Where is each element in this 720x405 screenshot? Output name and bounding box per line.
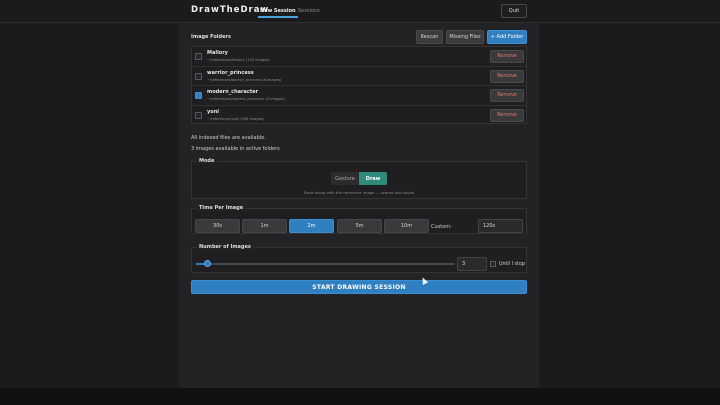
top-bar: DrawTheDraw New Session Sessions Quit [0, 0, 720, 23]
available-status: 3 images available in active folders [191, 146, 280, 152]
folder-row-warrior-princess: warrior_princess ~/references/warrior_pr… [192, 67, 526, 86]
folder-list: Mallory ~/references/Mallory (128 images… [191, 46, 527, 124]
folder-name: warrior_princess [207, 69, 254, 76]
mode-legend: Mode [196, 158, 218, 164]
folder-checkbox[interactable] [195, 53, 202, 60]
folder-path: ~/references/modern_character (3 images) [207, 97, 285, 101]
folder-checkbox[interactable] [195, 111, 202, 119]
remove-button[interactable]: Remove [490, 50, 524, 63]
count-box: Number of Images 3 Until I stop [191, 244, 527, 273]
folder-name: yoni [207, 108, 219, 115]
indexed-status: All indexed files are available. [191, 135, 266, 141]
tab-new-session[interactable]: New Session [258, 8, 298, 18]
app-window: DrawTheDraw New Session Sessions Quit Im… [0, 0, 720, 405]
mode-toggle: Gesture Draw [331, 172, 387, 185]
mode-box: Mode Gesture Draw Draw along with the re… [191, 158, 527, 199]
remove-button[interactable]: Remove [490, 108, 524, 122]
folder-row-modern-character: modern_character ~/references/modern_cha… [192, 86, 526, 106]
time-1m-button[interactable]: 1m [242, 219, 287, 233]
mode-draw-option[interactable]: Draw [359, 172, 387, 185]
quit-button[interactable]: Quit [501, 4, 527, 18]
count-slider-fill [196, 263, 204, 265]
image-folders-heading: Image Folders [191, 34, 231, 40]
tab-sessions[interactable]: Sessions [298, 8, 320, 14]
folder-path: ~/references/Mallory (128 images) [207, 58, 270, 62]
count-slider-thumb[interactable] [203, 260, 211, 267]
app-title: DrawTheDraw [191, 5, 270, 15]
folder-checkbox[interactable] [195, 72, 202, 80]
mode-gesture-option[interactable]: Gesture [331, 172, 359, 185]
rescan-button[interactable]: Rescan [416, 30, 443, 44]
remove-button[interactable]: Remove [490, 69, 524, 83]
until-stop-checkbox[interactable] [490, 261, 496, 267]
count-slider[interactable] [196, 263, 455, 265]
add-folder-button[interactable]: + Add Folder [487, 30, 527, 44]
remove-button[interactable]: Remove [490, 89, 524, 102]
time-5m-button[interactable]: 5m [337, 219, 382, 233]
folder-name: modern_character [207, 89, 259, 95]
folder-name: Mallory [207, 50, 228, 56]
custom-time-label: Custom: [431, 224, 452, 230]
count-legend: Number of Images [196, 244, 254, 250]
folder-row-mallory: Mallory ~/references/Mallory (128 images… [192, 47, 526, 67]
time-10m-button[interactable]: 10m [384, 219, 429, 233]
folder-checkbox[interactable] [195, 92, 202, 99]
mode-hint: Draw along with the reference image — sc… [303, 190, 415, 195]
folder-path: ~/references/warrior_princess (8 images) [207, 77, 282, 82]
missing-files-button[interactable]: Missing Files [446, 30, 484, 44]
time-box: Time Per Image 30s 1m 2m 5m 10m Custom: … [191, 205, 527, 234]
time-2m-button[interactable]: 2m [289, 219, 334, 233]
custom-time-input[interactable]: 120s [478, 219, 523, 233]
until-stop-label: Until I stop [499, 262, 525, 267]
start-session-button[interactable]: START DRAWING SESSION [191, 280, 527, 294]
count-input[interactable]: 3 [457, 257, 487, 271]
bottom-strip [0, 388, 720, 405]
folder-row-yoni: yoni ~/references/yoni (396 images) Remo… [192, 106, 526, 126]
time-30s-button[interactable]: 30s [195, 219, 240, 233]
time-legend: Time Per Image [196, 205, 247, 211]
folder-path: ~/references/yoni (396 images) [207, 116, 265, 121]
